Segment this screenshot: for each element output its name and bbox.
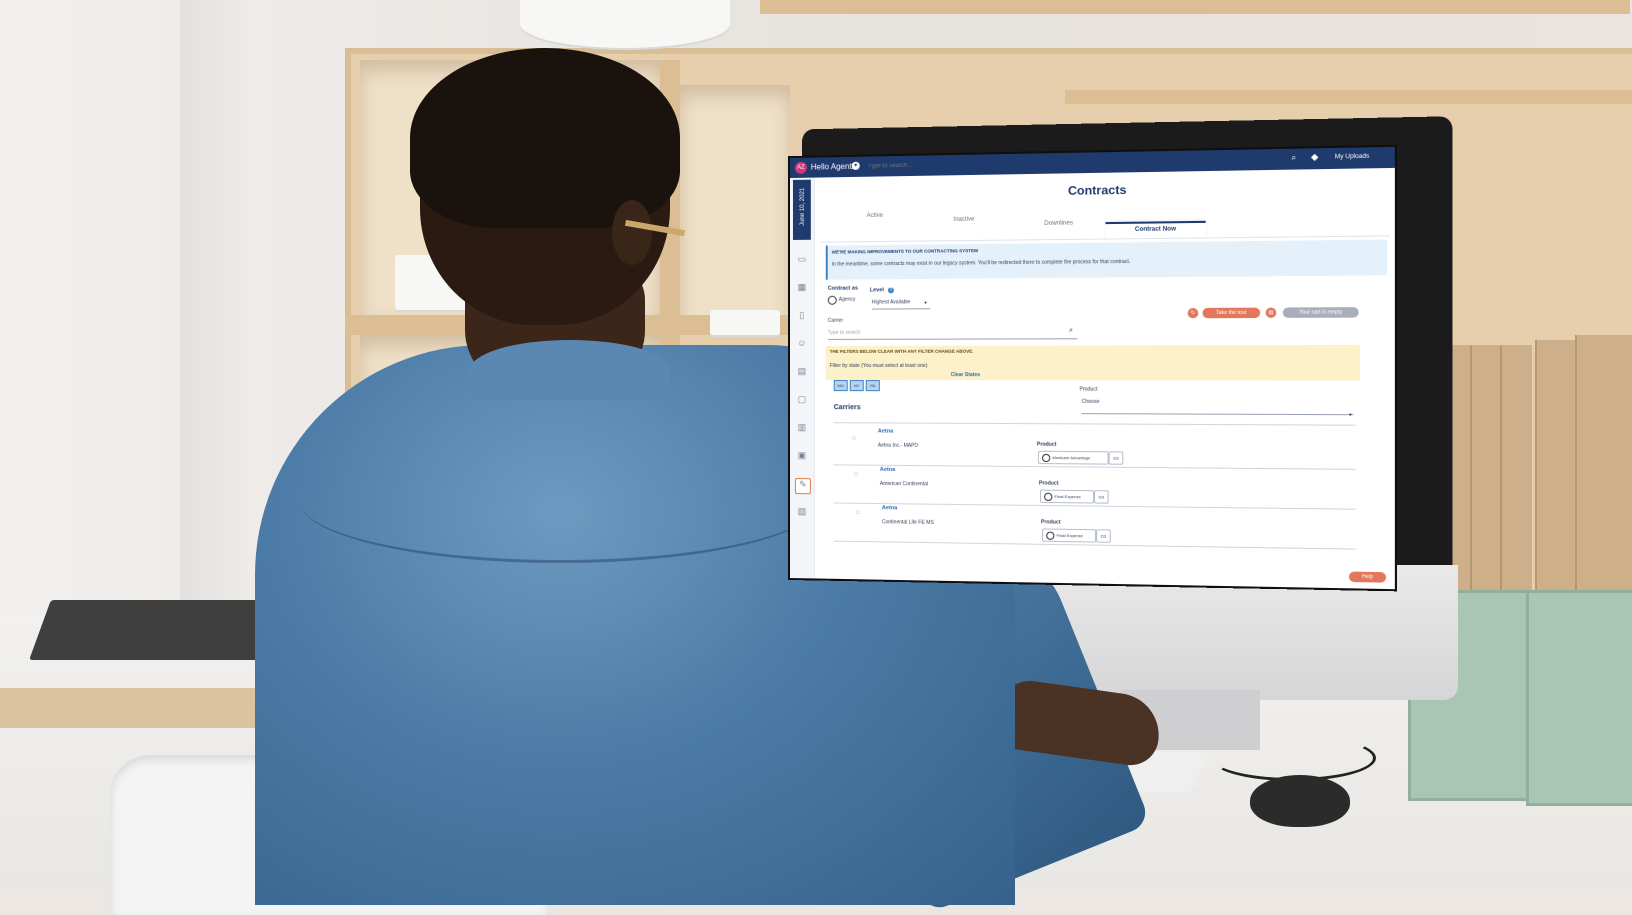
contract-icon[interactable]: ✎	[794, 478, 811, 495]
carrier-label: Carrier	[827, 317, 844, 324]
cart-icon[interactable]: ▤	[1265, 307, 1277, 318]
row-divider	[833, 464, 1356, 470]
carrier-logo-icon: ⌂	[855, 508, 860, 516]
search-icon[interactable]: ⌕	[1291, 153, 1296, 164]
greeting-label[interactable]: Hello AgentZ	[811, 162, 857, 172]
contract-as-label: Contract as	[827, 285, 859, 292]
product-filter-label: Product	[1079, 386, 1098, 393]
level-label: Level	[869, 287, 884, 294]
bowl	[520, 0, 730, 48]
tab-active[interactable]: Active	[830, 212, 920, 219]
take-tour-button[interactable]: Take the tour	[1202, 307, 1261, 319]
tab-downlines[interactable]: Downlines	[1012, 220, 1105, 227]
state-chip-pa[interactable]: PA	[865, 380, 880, 392]
carrier-logo-icon: ⌂	[851, 434, 856, 442]
mouse	[1250, 775, 1350, 827]
help-button[interactable]: Help	[1348, 571, 1387, 583]
date-label: June 10, 2021	[799, 187, 806, 226]
product-heading: Product	[1041, 519, 1061, 526]
document-icon[interactable]: ▯	[795, 310, 809, 324]
carrier-subtitle: Aetna Inc.- MAPD	[877, 442, 919, 449]
agency-option-label: Agency	[838, 296, 856, 303]
shirt-yoke	[300, 440, 820, 563]
file-icon[interactable]: ▢	[795, 394, 809, 408]
product-option-label: Final Expense	[1056, 532, 1083, 539]
folder	[1535, 340, 1577, 600]
magazine-holder	[1526, 590, 1632, 806]
product-heading: Product	[1036, 441, 1057, 448]
row-divider	[833, 502, 1356, 510]
copy-icon[interactable]: ▧	[795, 506, 809, 520]
product-heading: Product	[1038, 480, 1059, 487]
tab-inactive[interactable]: Inactive	[918, 216, 1010, 223]
chevron-down-icon: ▾	[924, 300, 927, 307]
grid-icon[interactable]: ▦	[795, 282, 809, 296]
contracts-app-screen: AZ Hello AgentZ ▾ ⌕ ◆ My Uploads June 10…	[790, 146, 1395, 590]
building-icon[interactable]: ▣	[795, 450, 809, 464]
notebook	[29, 600, 291, 660]
product-option-label: Medicare Advantage	[1052, 454, 1091, 461]
product-option-label: Final Expense	[1054, 493, 1081, 500]
search-icon[interactable]: ⌕	[1069, 327, 1073, 335]
cart-status-button[interactable]: Your cart is empty	[1282, 307, 1359, 318]
carriers-heading: Carriers	[833, 404, 861, 412]
product-radio[interactable]	[1044, 492, 1053, 501]
product-radio[interactable]	[1046, 531, 1055, 540]
carrier-name[interactable]: Aetna	[880, 467, 895, 473]
carrier-search-input[interactable]: Type to search	[827, 329, 1078, 340]
carrier-subtitle: Continental Life FE MS	[881, 519, 934, 526]
carrier-name[interactable]: Aetna	[882, 505, 897, 511]
carrier-name[interactable]: Aetna	[878, 428, 893, 434]
folder	[1500, 345, 1532, 595]
inbox-icon[interactable]: ▤	[795, 366, 809, 380]
product-code: D3	[1108, 451, 1124, 465]
id-card-icon[interactable]: ▭	[795, 254, 809, 268]
tag-icon[interactable]: ◆	[1311, 151, 1319, 163]
folder	[1470, 345, 1502, 595]
shelf-cubby	[680, 85, 790, 335]
carrier-logo-icon: ⌂	[853, 470, 858, 478]
carrier-subtitle: American Continental	[879, 480, 929, 488]
mouse-cable	[1210, 735, 1376, 781]
product-code: D3	[1096, 529, 1111, 543]
row-divider	[833, 422, 1356, 426]
state-chip-ny[interactable]: NY	[849, 380, 864, 392]
upper-shelf	[1065, 90, 1632, 104]
product-option[interactable]: Final Expense	[1039, 489, 1094, 504]
page-title: Contracts	[1067, 182, 1127, 198]
people-icon[interactable]: ☺	[795, 338, 809, 352]
product-option[interactable]: Medicare Advantage	[1037, 450, 1109, 465]
person-ear	[612, 200, 652, 265]
refresh-icon[interactable]: ↻	[1187, 307, 1199, 319]
wall-shadow	[180, 0, 250, 620]
help-icon[interactable]: ?	[887, 287, 894, 294]
filter-by-state-label: Filter by state (You must select at leas…	[829, 362, 928, 370]
product-option[interactable]: Final Expense	[1042, 528, 1097, 543]
chart-icon[interactable]: ▥	[795, 422, 809, 436]
product-radio[interactable]	[1042, 453, 1051, 463]
filter-warning-text: THE FILTERS BELOW CLEAR WITH ANY FILTER …	[829, 348, 974, 354]
state-chip-mo[interactable]: MO	[833, 380, 848, 392]
shirt-collar	[470, 340, 670, 400]
clear-states-link[interactable]: Clear States	[951, 372, 981, 378]
top-shelf	[760, 0, 1630, 14]
product-select[interactable]: Choose	[1081, 398, 1354, 416]
chevron-down-icon: ▾	[1348, 412, 1352, 419]
tab-contract-now-label: Contract Now	[1134, 226, 1176, 234]
person-hair	[410, 48, 680, 228]
agency-radio[interactable]	[827, 295, 837, 305]
folder	[1575, 335, 1632, 600]
level-select[interactable]: Highest Available	[871, 299, 931, 310]
product-code: D3	[1093, 490, 1109, 504]
my-uploads-link[interactable]: My Uploads	[1335, 154, 1370, 161]
paper-stack	[710, 310, 780, 335]
